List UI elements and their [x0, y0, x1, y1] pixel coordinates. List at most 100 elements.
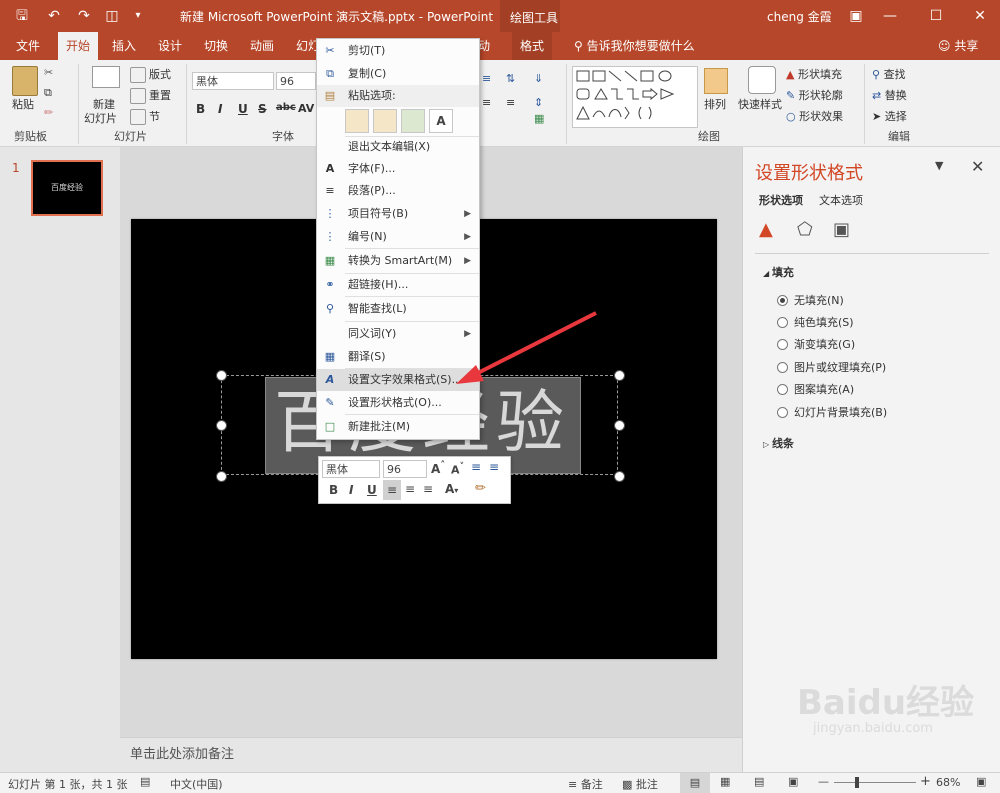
- fill-option-gradient[interactable]: 渐变填充(G): [777, 336, 855, 352]
- cut-icon[interactable]: ✂: [44, 66, 53, 79]
- text-direction-icon[interactable]: ⇓: [534, 72, 543, 85]
- italic-button[interactable]: I: [218, 102, 222, 116]
- mini-underline-button[interactable]: U: [367, 483, 377, 497]
- tab-text-options[interactable]: 文本选项: [819, 192, 863, 208]
- save-icon[interactable]: 🖫: [12, 6, 32, 26]
- paste-keep-source-icon[interactable]: [345, 109, 369, 133]
- present-icon[interactable]: ◫: [102, 6, 122, 26]
- underline-button[interactable]: U: [238, 102, 248, 116]
- slideshow-icon[interactable]: ▣: [788, 775, 798, 788]
- notes-pane[interactable]: 单击此处添加备注: [120, 737, 742, 772]
- replace-button[interactable]: ⇄ 替换: [872, 87, 907, 103]
- menu-item-hyperlink[interactable]: ⚭ 超链接(H)...: [317, 274, 479, 296]
- reading-view-icon[interactable]: ▤: [754, 775, 764, 788]
- resize-handle[interactable]: [216, 471, 227, 482]
- paste-button[interactable]: 粘贴: [12, 96, 34, 112]
- quick-styles-icon[interactable]: [748, 66, 776, 94]
- fill-option-none[interactable]: 无填充(N): [777, 292, 844, 308]
- arrange-button[interactable]: 排列: [704, 96, 726, 112]
- tab-home[interactable]: 开始: [58, 32, 99, 60]
- reset-button[interactable]: 重置: [130, 87, 171, 104]
- tell-me-box[interactable]: ⚲ 告诉我你想要做什么: [566, 32, 703, 60]
- menu-item-font[interactable]: A 字体(F)...: [317, 158, 479, 180]
- grow-font-icon[interactable]: A˄: [431, 460, 445, 476]
- new-slide-label-2[interactable]: 幻灯片: [84, 110, 117, 126]
- tab-insert[interactable]: 插入: [104, 32, 144, 60]
- align-right-icon[interactable]: ≡: [423, 482, 433, 496]
- fill-option-slide-bg[interactable]: 幻灯片背景填充(B): [777, 404, 887, 420]
- menu-item-paragraph[interactable]: ≡ 段落(P)...: [317, 180, 479, 202]
- tab-file[interactable]: 文件: [8, 32, 48, 60]
- menu-item-format-shape[interactable]: ✎ 设置形状格式(O)...: [317, 392, 479, 414]
- tab-shape-options[interactable]: 形状选项: [759, 192, 803, 208]
- ribbon-display-icon[interactable]: ▣: [846, 6, 866, 26]
- menu-item-new-comment[interactable]: □ 新建批注(M): [317, 416, 479, 438]
- slide-thumbnail[interactable]: 百度经验: [31, 160, 103, 216]
- fit-to-window-icon[interactable]: ▣: [976, 775, 986, 788]
- zoom-slider-track[interactable]: [834, 782, 916, 783]
- customize-qat-icon[interactable]: ▾: [128, 6, 148, 26]
- paste-text-only-icon[interactable]: A: [429, 109, 453, 133]
- resize-handle[interactable]: [216, 420, 227, 431]
- char-spacing-button[interactable]: AV: [298, 102, 314, 115]
- shrink-font-icon[interactable]: A˅: [451, 461, 464, 477]
- fill-line-icon[interactable]: ▲: [759, 219, 773, 240]
- new-slide-icon[interactable]: [92, 66, 120, 88]
- effects-pentagon-icon[interactable]: ⬠: [797, 219, 813, 240]
- menu-item-cut[interactable]: ✂ 剪切(T): [317, 40, 479, 62]
- decrease-indent-icon[interactable]: ≡: [471, 460, 481, 474]
- align-left-icon[interactable]: ≡: [383, 480, 401, 500]
- mini-font-combo[interactable]: 黑体: [322, 460, 380, 478]
- strikethrough-button[interactable]: abc: [276, 102, 296, 113]
- section-button[interactable]: 节: [130, 108, 160, 125]
- mini-bold-button[interactable]: B: [329, 483, 338, 497]
- align-center-icon[interactable]: ≡: [405, 482, 415, 496]
- font-color-icon[interactable]: A▾: [445, 482, 458, 496]
- format-painter-icon[interactable]: ✏: [475, 481, 486, 496]
- menu-item-bullets[interactable]: ⋮ 项目符号(B) ▶: [317, 203, 479, 225]
- share-button[interactable]: ☺ 共享: [930, 32, 986, 60]
- copy-icon[interactable]: ⧉: [44, 86, 52, 100]
- increase-indent-icon[interactable]: ≡: [489, 460, 499, 474]
- layout-button[interactable]: 版式: [130, 66, 171, 83]
- fill-section-header[interactable]: ◢ 填充: [763, 264, 794, 280]
- zoom-out-icon[interactable]: —: [818, 775, 829, 788]
- indent-icon[interactable]: ≡: [482, 72, 491, 85]
- line-section-header[interactable]: ▷ 线条: [763, 435, 794, 451]
- tab-design[interactable]: 设计: [150, 32, 190, 60]
- maximize-button[interactable]: ☐: [914, 0, 958, 32]
- arrange-icon[interactable]: [704, 68, 728, 94]
- select-button[interactable]: ➤ 选择: [872, 108, 907, 124]
- shape-fill-button[interactable]: ▲ 形状填充: [786, 66, 842, 82]
- menu-item-smartart[interactable]: ▦ 转换为 SmartArt(M) ▶: [317, 250, 479, 272]
- font-size-combo[interactable]: 96: [276, 72, 316, 90]
- menu-item-copy[interactable]: ⧉ 复制(C): [317, 63, 479, 85]
- comments-toggle[interactable]: ▩ 批注: [622, 776, 658, 792]
- bold-button[interactable]: B: [196, 102, 205, 116]
- redo-icon[interactable]: ↷: [74, 6, 94, 26]
- menu-item-exit-edit[interactable]: 退出文本编辑(X): [317, 136, 479, 158]
- paste-destination-theme-icon[interactable]: [373, 109, 397, 133]
- mini-size-combo[interactable]: 96: [383, 460, 427, 478]
- quick-styles-button[interactable]: 快速样式: [738, 96, 782, 112]
- tab-format[interactable]: 格式: [512, 32, 553, 60]
- shape-effects-button[interactable]: ○ 形状效果: [786, 108, 843, 124]
- line-spacing-icon[interactable]: ⇅: [506, 72, 515, 85]
- resize-handle[interactable]: [216, 370, 227, 381]
- pane-options-chevron-icon[interactable]: ▼: [935, 159, 943, 172]
- resize-handle[interactable]: [614, 370, 625, 381]
- resize-handle[interactable]: [614, 471, 625, 482]
- shape-outline-button[interactable]: ✎ 形状轮廓: [786, 87, 843, 103]
- zoom-slider-thumb[interactable]: [855, 777, 859, 788]
- tab-animations[interactable]: 动画: [242, 32, 282, 60]
- paste-picture-icon[interactable]: [401, 109, 425, 133]
- find-button[interactable]: ⚲ 查找: [872, 66, 906, 82]
- align-text-icon[interactable]: ⇕: [534, 96, 543, 109]
- zoom-in-icon[interactable]: +: [920, 774, 931, 789]
- notes-toggle[interactable]: ≡ 备注: [568, 776, 603, 792]
- zoom-level[interactable]: 68%: [936, 776, 960, 789]
- format-painter-icon[interactable]: ✏: [44, 106, 53, 119]
- normal-view-icon[interactable]: ▤: [680, 773, 710, 793]
- smartart-convert-icon[interactable]: ▦: [534, 112, 544, 125]
- tab-transitions[interactable]: 切换: [196, 32, 236, 60]
